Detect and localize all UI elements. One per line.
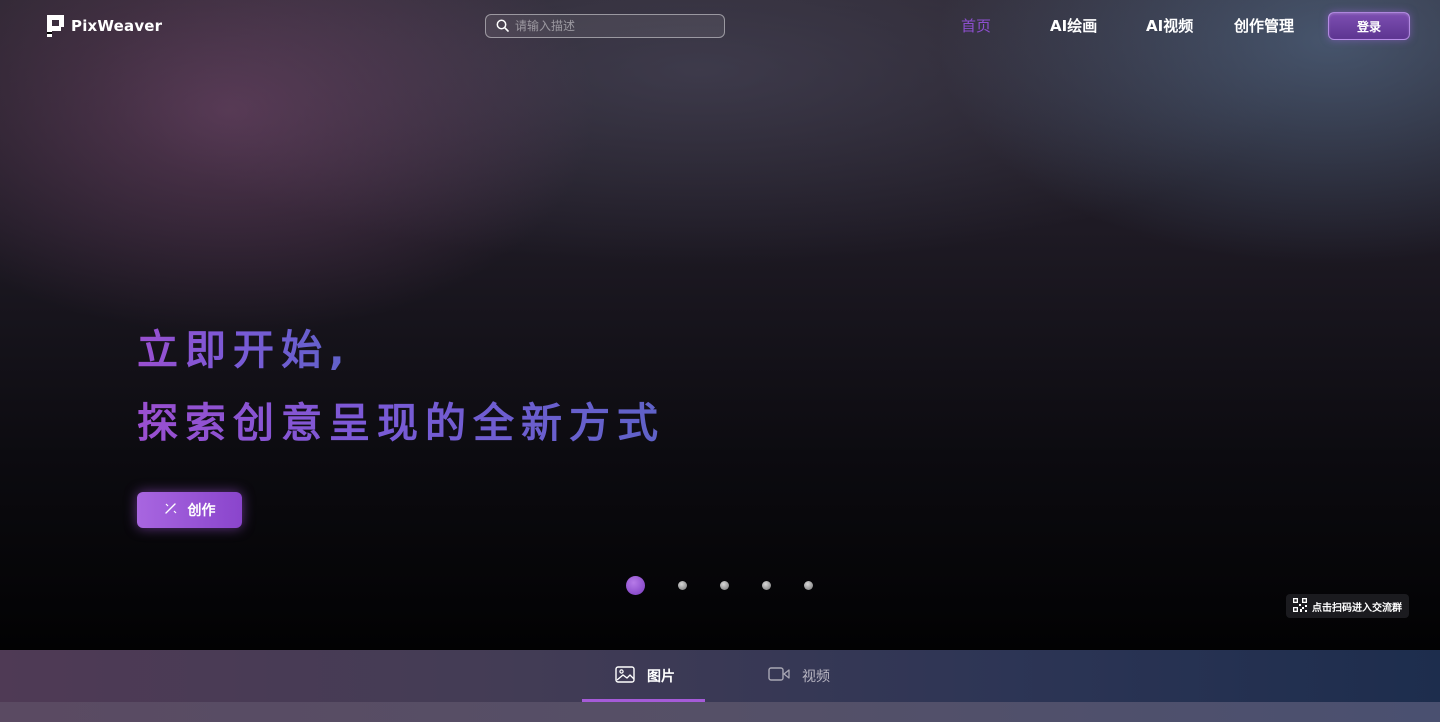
carousel-dot[interactable] (804, 581, 813, 590)
carousel-dot[interactable] (678, 581, 687, 590)
qr-code-icon (1293, 597, 1307, 615)
create-button-label: 创作 (187, 503, 216, 519)
tab-videos[interactable]: 视频 (768, 650, 830, 702)
create-button[interactable]: 创作 (137, 492, 242, 528)
hero-headline-line2: 探索创意呈现的全新方式 (137, 389, 665, 449)
search-input[interactable] (515, 19, 705, 33)
pixweaver-logo-icon (47, 15, 65, 37)
logo[interactable]: PixWeaver (47, 15, 162, 37)
content-area (0, 702, 1440, 722)
image-icon (615, 665, 635, 687)
video-icon (768, 666, 790, 686)
logo-text: PixWeaver (71, 17, 163, 35)
nav-ai-video[interactable]: AI视频 (1146, 15, 1193, 37)
join-group-qr-badge[interactable]: 点击扫码进入交流群 (1286, 594, 1409, 618)
carousel-dot[interactable] (762, 581, 771, 590)
tab-images[interactable]: 图片 (582, 650, 705, 702)
tab-images-label: 图片 (647, 669, 675, 685)
login-button[interactable]: 登录 (1328, 12, 1410, 40)
nav-ai-painting[interactable]: AI绘画 (1050, 15, 1097, 37)
search-icon (496, 17, 509, 36)
nav-home[interactable]: 首页 (961, 15, 991, 37)
hero-headline-line1: 立即开始, (137, 316, 352, 376)
qr-badge-text: 点击扫码进入交流群 (1312, 602, 1402, 614)
carousel-dot[interactable] (626, 576, 645, 595)
nav-creation-management[interactable]: 创作管理 (1234, 15, 1294, 37)
search-box[interactable] (485, 14, 725, 38)
tab-videos-label: 视频 (802, 669, 830, 685)
magic-wand-icon (164, 501, 178, 519)
carousel-dot[interactable] (720, 581, 729, 590)
